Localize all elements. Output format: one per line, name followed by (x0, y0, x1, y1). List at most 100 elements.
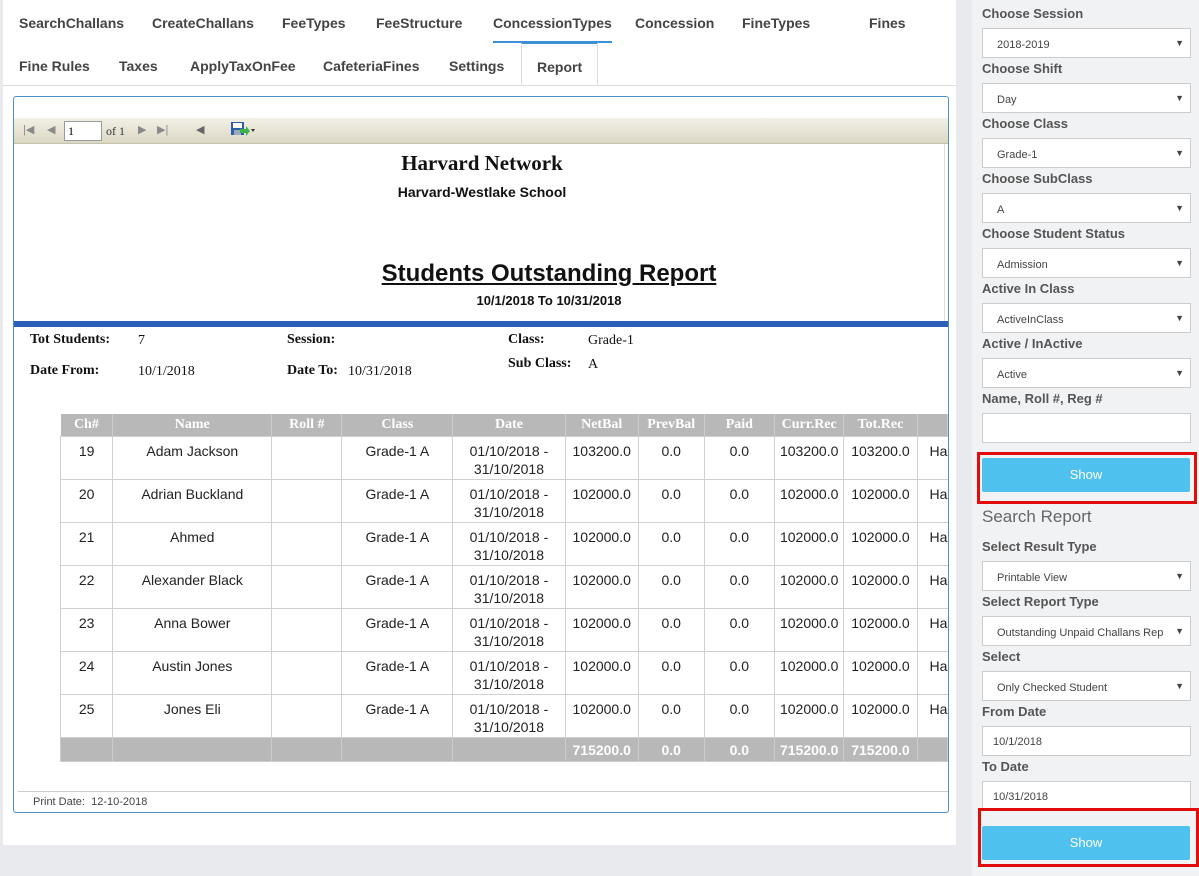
table-body: 19 Adam Jackson Grade-1 A 01/10/2018 - 31/1… (59, 435, 948, 738)
table-header-row: Ch# Name Roll # Class Date NetBal PrevBa… (60, 414, 948, 436)
tot-students-label: Tot Students: (30, 332, 111, 347)
cell-paid: 0.0 (703, 435, 776, 480)
search-input[interactable] (982, 413, 1191, 443)
cell-date: 01/10/2018 - 31/10/2018 (452, 693, 566, 738)
cell-class: Grade-1 A (341, 650, 454, 695)
page-number-input[interactable] (64, 121, 102, 141)
student-status-select[interactable]: Admission ▼ (982, 248, 1191, 278)
cell-netbal: 102000.0 (564, 607, 639, 652)
show-button[interactable]: Show (982, 458, 1190, 492)
session-select-value: 2018-2019 (997, 39, 1050, 51)
report-type-value: Outstanding Unpaid Challans Rep (997, 627, 1164, 639)
from-date-input[interactable]: 10/1/2018 (982, 726, 1191, 756)
cell-currrec: 102000.0 (774, 693, 845, 738)
student-select[interactable]: Only Checked Student ▼ (982, 671, 1191, 701)
class-select-value: Grade-1 (997, 149, 1038, 161)
class-select[interactable]: Grade-1 ▼ (982, 138, 1191, 168)
from-date-label: From Date (982, 704, 1047, 719)
show-button-2[interactable]: Show (982, 826, 1190, 860)
cell-prevbal: 0.0 (637, 521, 705, 566)
first-page-icon[interactable]: |◀ (23, 123, 34, 137)
next-page-icon[interactable]: ▶ (138, 123, 146, 137)
cell-extra: Ha (916, 564, 948, 609)
cell-netbal: 102000.0 (564, 564, 639, 609)
tab-settings[interactable]: Settings (449, 43, 504, 86)
tab-applytaxonfee[interactable]: ApplyTaxOnFee (190, 43, 296, 86)
cell-roll (271, 435, 343, 480)
cell-totrec: 102000.0 (843, 693, 918, 738)
table-row: 23 Anna Bower Grade-1 A 01/10/2018 - 31/10/… (59, 607, 948, 652)
subclass-label: Choose SubClass (982, 171, 1093, 186)
print-date-value: 12-10-2018 (91, 796, 148, 808)
tab-fine-rules[interactable]: Fine Rules (19, 43, 90, 86)
report-school-name: Harvard-Westlake School (397, 184, 567, 200)
total-totrec: 715200.0 (843, 736, 918, 762)
tab-report[interactable]: Report (521, 42, 599, 86)
cell-roll (271, 564, 343, 609)
shift-label: Choose Shift (982, 61, 1063, 76)
tab-concessiontypes[interactable]: ConcessionTypes (493, 0, 612, 43)
last-page-icon[interactable]: ▶| (157, 123, 168, 137)
cell-name: Ahmed (112, 521, 273, 566)
cell-totrec: 102000.0 (843, 650, 918, 695)
shift-select-value: Day (997, 94, 1017, 106)
col-totrec: Tot.Rec (843, 414, 918, 436)
tab-feetypes[interactable]: FeeTypes (282, 0, 346, 43)
to-date-input[interactable]: 10/31/2018 (982, 781, 1191, 811)
tab-searchchallans[interactable]: SearchChallans (19, 0, 124, 43)
tab-taxes[interactable]: Taxes (119, 43, 158, 86)
cell-date: 01/10/2018 - 31/10/2018 (452, 607, 566, 652)
chevron-down-icon: ▼ (1175, 626, 1184, 636)
session-select[interactable]: 2018-2019 ▼ (982, 28, 1191, 58)
back-icon[interactable]: ◀ (196, 123, 204, 137)
cell-paid: 0.0 (703, 564, 776, 609)
cell-totrec: 102000.0 (843, 478, 918, 523)
result-type-select[interactable]: Printable View ▼ (982, 561, 1191, 591)
tab-feestructure[interactable]: FeeStructure (376, 0, 462, 43)
tot-students-value: 7 (138, 333, 145, 348)
chevron-down-icon: ▼ (1175, 681, 1184, 691)
cell-name: Jones Eli (112, 693, 273, 738)
cell-class: Grade-1 A (341, 478, 454, 523)
chevron-down-icon: ▼ (1175, 571, 1184, 581)
col-netbal: NetBal (565, 414, 639, 436)
result-type-value: Printable View (997, 572, 1068, 584)
total-prevbal: 0.0 (637, 736, 705, 762)
tab-finetypes[interactable]: FineTypes (742, 0, 810, 43)
subclass-label: Sub Class: (508, 356, 572, 371)
chevron-down-icon: ▼ (1175, 368, 1184, 378)
report-type-select[interactable]: Outstanding Unpaid Challans Rep ▼ (982, 616, 1191, 646)
export-save-icon[interactable] (230, 121, 256, 141)
total-cell-empty (59, 736, 114, 762)
total-cell-empty (341, 736, 454, 762)
tab-cafeteriafines[interactable]: CafeteriaFines (323, 43, 419, 86)
cell-ch: 19 (59, 435, 114, 480)
cell-netbal: 102000.0 (564, 650, 639, 695)
active-inactive-select[interactable]: Active ▼ (982, 358, 1191, 388)
active-inactive-label: Active / InActive (982, 336, 1083, 351)
active-in-class-select[interactable]: ActiveInClass ▼ (982, 303, 1191, 333)
totals-row: 715200.0 0.0 0.0 715200.0 715200.0 (59, 736, 948, 762)
cell-extra: Ha (916, 607, 948, 652)
print-date-label: Print Date: (33, 796, 85, 808)
tab-fines[interactable]: Fines (869, 0, 906, 43)
cell-ch: 24 (59, 650, 114, 695)
col-currrec: Curr.Rec (774, 414, 845, 436)
cell-class: Grade-1 A (341, 435, 454, 480)
report-title: Students Outstanding Report (381, 260, 717, 287)
cell-name: Alexander Black (112, 564, 273, 609)
result-type-label: Select Result Type (982, 539, 1097, 554)
subclass-select[interactable]: A ▼ (982, 193, 1191, 223)
tab-createchallans[interactable]: CreateChallans (152, 0, 254, 43)
report-org-name: Harvard Network (401, 151, 563, 175)
prev-page-icon[interactable]: ◀ (47, 123, 55, 137)
cell-extra: Ha (916, 435, 948, 480)
table-row: 20 Adrian Buckland Grade-1 A 01/10/2018 - 3… (59, 478, 948, 523)
search-report-heading: Search Report (982, 507, 1092, 526)
chevron-down-icon: ▼ (1175, 38, 1184, 48)
cell-currrec: 102000.0 (774, 478, 845, 523)
chevron-down-icon: ▼ (1175, 148, 1184, 158)
cell-netbal: 103200.0 (564, 435, 639, 480)
tab-concession[interactable]: Concession (635, 0, 714, 43)
shift-select[interactable]: Day ▼ (982, 83, 1191, 113)
